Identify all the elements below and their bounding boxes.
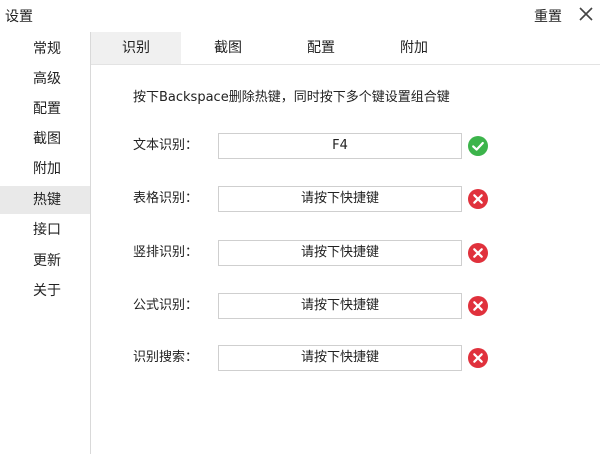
hotkey-input-table-recognition[interactable]: 请按下快捷键 (218, 186, 462, 212)
sidebar: 常规 高级 配置 截图 附加 热键 接口 更新 关于 (0, 32, 91, 454)
sidebar-item-screenshot[interactable]: 截图 (0, 125, 90, 153)
x-circle-icon (468, 296, 488, 316)
tab-config[interactable]: 配置 (294, 32, 348, 64)
title-bar: 设置 重置 (0, 0, 600, 32)
hotkey-input-text-recognition[interactable]: F4 (218, 133, 462, 159)
hotkey-input-vertical-recognition[interactable]: 请按下快捷键 (218, 240, 462, 266)
hotkey-label-formula-recognition: 公式识别： (133, 298, 199, 313)
sidebar-item-about[interactable]: 关于 (0, 277, 90, 305)
sidebar-item-interface[interactable]: 接口 (0, 216, 90, 244)
tab-recognition[interactable]: 识别 (91, 32, 181, 64)
sidebar-item-advanced[interactable]: 高级 (0, 65, 90, 93)
tab-bar: 识别 截图 配置 附加 (91, 32, 600, 65)
sidebar-item-addon[interactable]: 附加 (0, 155, 90, 183)
window-title: 设置 (5, 9, 33, 25)
sidebar-item-general[interactable]: 常规 (0, 35, 90, 63)
hotkey-input-formula-recognition[interactable]: 请按下快捷键 (218, 293, 462, 319)
reset-button[interactable]: 重置 (534, 6, 562, 26)
hotkey-input-recognition-search[interactable]: 请按下快捷键 (218, 345, 462, 371)
hotkey-label-text-recognition: 文本识别： (133, 138, 199, 153)
tab-addon[interactable]: 附加 (387, 32, 441, 64)
close-icon (579, 7, 593, 21)
hotkey-hint: 按下Backspace删除热键，同时按下多个键设置组合键 (133, 90, 450, 105)
check-circle-icon (468, 136, 488, 156)
x-circle-icon (468, 243, 488, 263)
x-circle-icon (468, 189, 488, 209)
x-circle-icon (468, 348, 488, 368)
sidebar-item-hotkey[interactable]: 热键 (0, 186, 90, 214)
sidebar-item-update[interactable]: 更新 (0, 247, 90, 275)
close-button[interactable] (576, 4, 596, 24)
hotkey-label-vertical-recognition: 竖排识别： (133, 245, 199, 260)
sidebar-item-config[interactable]: 配置 (0, 95, 90, 123)
hotkey-label-recognition-search: 识别搜索： (133, 350, 199, 365)
hotkey-label-table-recognition: 表格识别： (133, 191, 199, 206)
tab-screenshot[interactable]: 截图 (201, 32, 255, 64)
